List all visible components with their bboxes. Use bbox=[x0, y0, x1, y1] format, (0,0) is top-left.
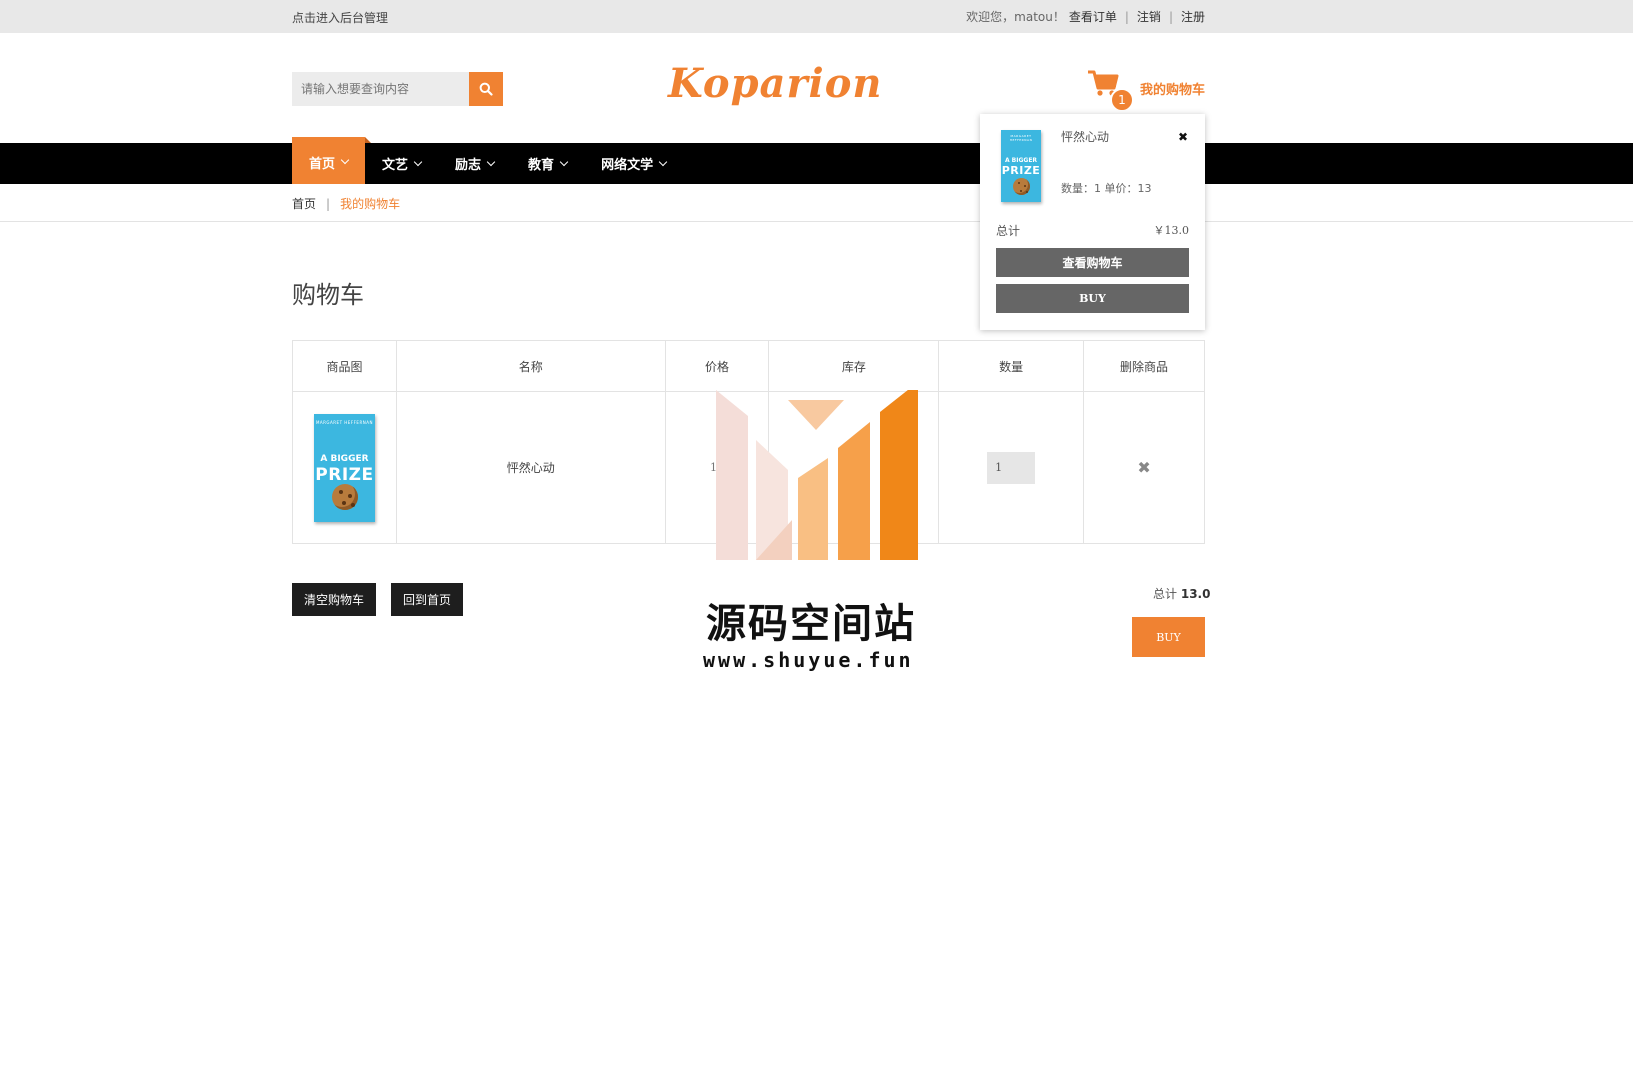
mini-cart-total: 总计 ￥13.0 bbox=[996, 222, 1189, 239]
column-header: 商品图 bbox=[292, 340, 397, 392]
cart-label: 我的购物车 bbox=[1140, 82, 1206, 98]
cart-total: 总计 13.0 bbox=[1153, 585, 1210, 602]
mini-cart-dropdown: MARGARET HEFFERNAN A BIGGER PRIZE 怦然心动 ✖… bbox=[980, 114, 1205, 330]
admin-link[interactable]: 点击进入后台管理 bbox=[292, 9, 388, 26]
column-header: 价格 bbox=[664, 340, 770, 392]
cover-title-line2: PRIZE bbox=[1001, 164, 1041, 177]
column-header: 名称 bbox=[395, 340, 666, 392]
cart-table: 商品图 名称 价格 库存 数量 删除商品 MARGARET HEFFERNAN … bbox=[292, 340, 1205, 544]
column-header: 删除商品 bbox=[1083, 340, 1205, 392]
orders-link[interactable]: 查看订单 bbox=[1069, 8, 1117, 25]
mini-cart-item-name[interactable]: 怦然心动 bbox=[1061, 128, 1109, 145]
product-image: MARGARET HEFFERNAN A BIGGER PRIZE bbox=[1001, 130, 1041, 202]
divider: | bbox=[1168, 9, 1173, 24]
mini-cart-total-label: 总计 bbox=[996, 224, 1021, 238]
back-home-button[interactable]: 回到首页 bbox=[391, 583, 464, 616]
account-links: 欢迎您，matou！ 查看订单 | 注销 | 注册 bbox=[966, 8, 1205, 25]
column-header: 数量 bbox=[938, 340, 1085, 392]
cart-icon: 1 bbox=[1086, 68, 1134, 112]
top-bar: 点击进入后台管理 欢迎您，matou！ 查看订单 | 注销 | 注册 bbox=[0, 0, 1633, 33]
cover-title-line1: A BIGGER bbox=[320, 453, 369, 464]
product-price: 13 bbox=[664, 391, 770, 544]
welcome-text: 欢迎您，matou！ bbox=[966, 10, 1065, 24]
product-image-cell: MARGARET HEFFERNAN A BIGGER PRIZE bbox=[292, 391, 397, 544]
mini-cart-item-meta: 数量：1 单价：13 bbox=[1061, 182, 1152, 195]
table-row: MARGARET HEFFERNAN A BIGGER PRIZE 怦然心动 1… bbox=[292, 391, 1205, 544]
quantity-cell bbox=[938, 391, 1085, 544]
breadcrumb-current: 我的购物车 bbox=[340, 197, 401, 211]
nav-label: 励志 bbox=[455, 158, 482, 173]
delete-icon[interactable]: ✖ bbox=[1137, 458, 1150, 477]
chevron-down-icon bbox=[486, 157, 496, 166]
product-stock bbox=[768, 391, 940, 544]
column-header: 库存 bbox=[768, 340, 940, 392]
watermark-title: 源码空间站 bbox=[706, 601, 916, 647]
nav-label: 教育 bbox=[528, 158, 555, 173]
main-nav: 首页 文艺 励志 教育 网络文学 bbox=[0, 137, 1633, 184]
total-label: 总计 bbox=[1153, 587, 1178, 601]
nav-item-literature[interactable]: 文艺 bbox=[365, 143, 438, 184]
nav-item-inspiration[interactable]: 励志 bbox=[438, 143, 511, 184]
nav-label: 文艺 bbox=[382, 158, 409, 173]
register-link[interactable]: 注册 bbox=[1181, 8, 1205, 25]
nav-item-web-literature[interactable]: 网络文学 bbox=[584, 143, 683, 184]
quantity-input[interactable] bbox=[987, 451, 1036, 484]
nav-item-home[interactable]: 首页 bbox=[292, 137, 372, 184]
close-icon[interactable]: ✖ bbox=[1178, 130, 1188, 144]
total-value: 13.0 bbox=[1180, 587, 1211, 601]
divider: | bbox=[326, 196, 331, 211]
cover-title-line1: A BIGGER bbox=[1004, 157, 1038, 164]
delete-cell: ✖ bbox=[1083, 391, 1205, 544]
cookie-illustration bbox=[1013, 178, 1030, 195]
mini-cart-thumb[interactable]: MARGARET HEFFERNAN A BIGGER PRIZE bbox=[1001, 130, 1041, 202]
breadcrumb: 首页 | 我的购物车 bbox=[292, 195, 400, 212]
mini-cart-buy-button[interactable]: BUY bbox=[996, 284, 1189, 313]
buy-button[interactable]: BUY bbox=[1132, 617, 1205, 657]
view-cart-button[interactable]: 查看购物车 bbox=[996, 248, 1189, 277]
page-title: 购物车 bbox=[292, 281, 364, 309]
chevron-down-icon bbox=[340, 155, 350, 165]
cookie-illustration bbox=[331, 483, 358, 510]
cover-title-line2: PRIZE bbox=[315, 464, 374, 485]
watermark-url: www.shuyue.fun bbox=[703, 648, 914, 672]
clear-cart-button[interactable]: 清空购物车 bbox=[292, 583, 377, 616]
nav-label: 首页 bbox=[309, 156, 336, 172]
breadcrumb-home[interactable]: 首页 bbox=[292, 195, 316, 212]
chevron-down-icon bbox=[658, 157, 668, 166]
my-cart-link[interactable]: 1 我的购物车 bbox=[1086, 68, 1206, 112]
logout-link[interactable]: 注销 bbox=[1137, 8, 1161, 25]
chevron-down-icon bbox=[559, 157, 569, 166]
nav-label: 网络文学 bbox=[601, 158, 654, 173]
cover-author: MARGARET HEFFERNAN bbox=[315, 419, 373, 425]
nav-item-education[interactable]: 教育 bbox=[511, 143, 584, 184]
cart-count-badge: 1 bbox=[1110, 88, 1134, 112]
chevron-down-icon bbox=[413, 157, 423, 166]
search-input[interactable] bbox=[292, 72, 469, 106]
search-button[interactable] bbox=[469, 72, 503, 106]
mini-cart-total-value: ￥13.0 bbox=[1153, 224, 1190, 237]
cover-author: MARGARET HEFFERNAN bbox=[1009, 134, 1033, 142]
table-header-row: 商品图 名称 价格 库存 数量 删除商品 bbox=[292, 340, 1205, 392]
search-icon bbox=[479, 82, 493, 96]
divider bbox=[0, 221, 1633, 222]
site-logo[interactable]: Koparion bbox=[668, 60, 882, 107]
divider: | bbox=[1124, 9, 1129, 24]
product-image[interactable]: MARGARET HEFFERNAN A BIGGER PRIZE bbox=[313, 413, 375, 522]
product-name[interactable]: 怦然心动 bbox=[395, 391, 666, 544]
search-bar bbox=[292, 72, 503, 106]
